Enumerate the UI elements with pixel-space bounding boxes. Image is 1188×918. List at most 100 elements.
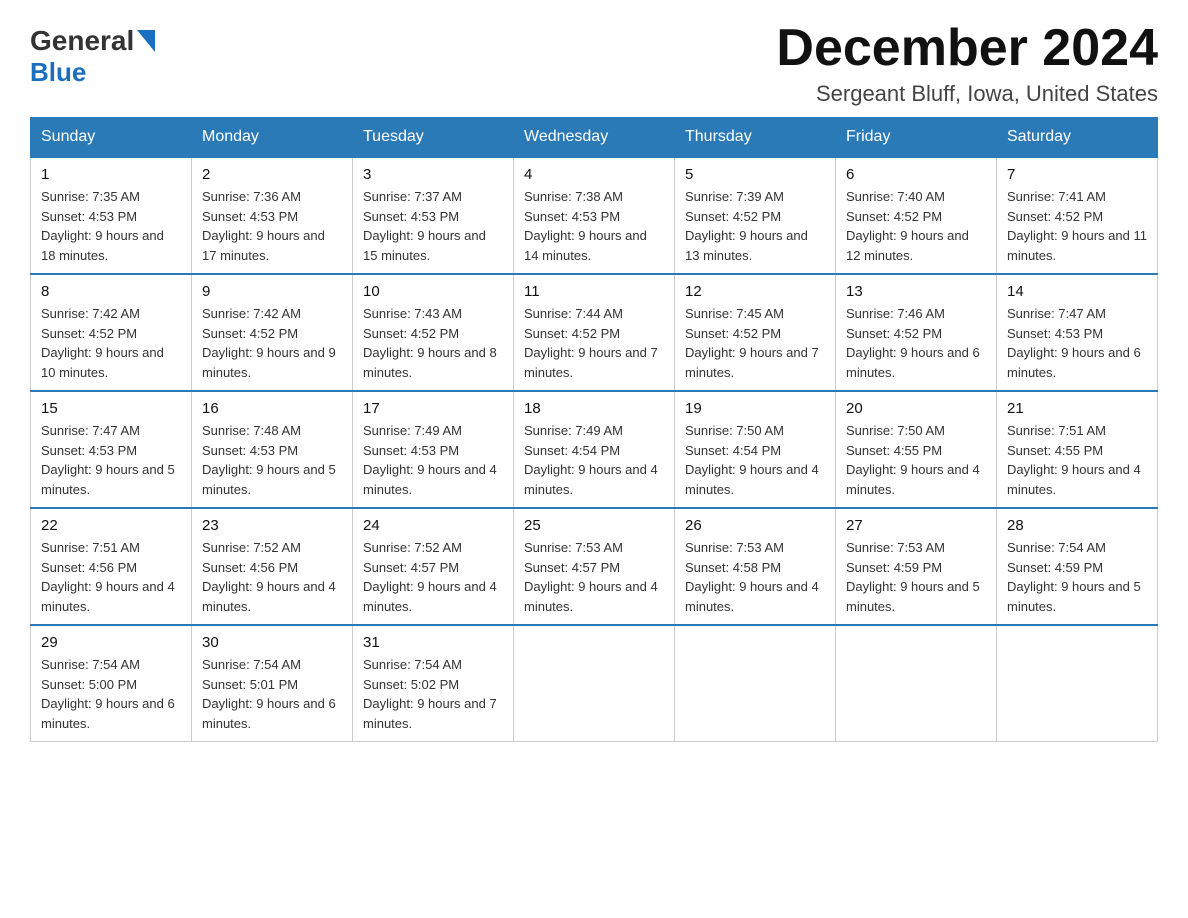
day-info: Sunrise: 7:35 AMSunset: 4:53 PMDaylight:… [41,189,164,263]
day-number: 26 [685,517,825,534]
col-header-sunday: Sunday [31,118,192,158]
col-header-wednesday: Wednesday [514,118,675,158]
day-number: 6 [846,166,986,183]
day-number: 10 [363,283,503,300]
month-title: December 2024 [776,20,1158,77]
calendar-cell: 10 Sunrise: 7:43 AMSunset: 4:52 PMDaylig… [353,274,514,391]
calendar-cell: 18 Sunrise: 7:49 AMSunset: 4:54 PMDaylig… [514,391,675,508]
calendar-cell: 27 Sunrise: 7:53 AMSunset: 4:59 PMDaylig… [836,508,997,625]
day-info: Sunrise: 7:42 AMSunset: 4:52 PMDaylight:… [41,306,164,380]
calendar-week-row: 22 Sunrise: 7:51 AMSunset: 4:56 PMDaylig… [31,508,1158,625]
calendar-cell: 9 Sunrise: 7:42 AMSunset: 4:52 PMDayligh… [192,274,353,391]
day-number: 21 [1007,400,1147,417]
day-number: 7 [1007,166,1147,183]
calendar-cell: 3 Sunrise: 7:37 AMSunset: 4:53 PMDayligh… [353,157,514,274]
day-info: Sunrise: 7:45 AMSunset: 4:52 PMDaylight:… [685,306,819,380]
col-header-saturday: Saturday [997,118,1158,158]
day-info: Sunrise: 7:51 AMSunset: 4:56 PMDaylight:… [41,540,175,614]
calendar-cell [836,625,997,742]
day-number: 11 [524,283,664,300]
day-number: 27 [846,517,986,534]
day-number: 23 [202,517,342,534]
logo-general-text: General [30,25,134,57]
day-number: 31 [363,634,503,651]
col-header-monday: Monday [192,118,353,158]
calendar-cell: 29 Sunrise: 7:54 AMSunset: 5:00 PMDaylig… [31,625,192,742]
day-number: 29 [41,634,181,651]
day-info: Sunrise: 7:53 AMSunset: 4:58 PMDaylight:… [685,540,819,614]
day-info: Sunrise: 7:50 AMSunset: 4:54 PMDaylight:… [685,423,819,497]
day-info: Sunrise: 7:39 AMSunset: 4:52 PMDaylight:… [685,189,808,263]
location-subtitle: Sergeant Bluff, Iowa, United States [776,81,1158,107]
day-number: 13 [846,283,986,300]
day-number: 24 [363,517,503,534]
calendar-week-row: 15 Sunrise: 7:47 AMSunset: 4:53 PMDaylig… [31,391,1158,508]
calendar-cell: 25 Sunrise: 7:53 AMSunset: 4:57 PMDaylig… [514,508,675,625]
day-info: Sunrise: 7:49 AMSunset: 4:53 PMDaylight:… [363,423,497,497]
day-info: Sunrise: 7:41 AMSunset: 4:52 PMDaylight:… [1007,189,1147,263]
day-number: 5 [685,166,825,183]
day-number: 15 [41,400,181,417]
day-info: Sunrise: 7:52 AMSunset: 4:57 PMDaylight:… [363,540,497,614]
day-info: Sunrise: 7:44 AMSunset: 4:52 PMDaylight:… [524,306,658,380]
day-number: 28 [1007,517,1147,534]
col-header-thursday: Thursday [675,118,836,158]
calendar-cell: 6 Sunrise: 7:40 AMSunset: 4:52 PMDayligh… [836,157,997,274]
day-info: Sunrise: 7:54 AMSunset: 4:59 PMDaylight:… [1007,540,1141,614]
day-number: 3 [363,166,503,183]
day-info: Sunrise: 7:54 AMSunset: 5:02 PMDaylight:… [363,657,497,731]
day-info: Sunrise: 7:48 AMSunset: 4:53 PMDaylight:… [202,423,336,497]
logo-blue-text: Blue [30,57,86,88]
calendar-cell: 8 Sunrise: 7:42 AMSunset: 4:52 PMDayligh… [31,274,192,391]
day-number: 18 [524,400,664,417]
calendar-week-row: 1 Sunrise: 7:35 AMSunset: 4:53 PMDayligh… [31,157,1158,274]
day-info: Sunrise: 7:54 AMSunset: 5:01 PMDaylight:… [202,657,336,731]
day-number: 17 [363,400,503,417]
calendar-cell: 24 Sunrise: 7:52 AMSunset: 4:57 PMDaylig… [353,508,514,625]
day-info: Sunrise: 7:50 AMSunset: 4:55 PMDaylight:… [846,423,980,497]
calendar-cell [675,625,836,742]
logo: General Blue [30,20,155,88]
day-info: Sunrise: 7:49 AMSunset: 4:54 PMDaylight:… [524,423,658,497]
day-number: 4 [524,166,664,183]
day-number: 9 [202,283,342,300]
calendar-cell: 23 Sunrise: 7:52 AMSunset: 4:56 PMDaylig… [192,508,353,625]
col-header-tuesday: Tuesday [353,118,514,158]
day-number: 20 [846,400,986,417]
day-info: Sunrise: 7:43 AMSunset: 4:52 PMDaylight:… [363,306,497,380]
calendar-cell: 7 Sunrise: 7:41 AMSunset: 4:52 PMDayligh… [997,157,1158,274]
calendar-cell: 13 Sunrise: 7:46 AMSunset: 4:52 PMDaylig… [836,274,997,391]
calendar-cell: 22 Sunrise: 7:51 AMSunset: 4:56 PMDaylig… [31,508,192,625]
calendar-cell: 20 Sunrise: 7:50 AMSunset: 4:55 PMDaylig… [836,391,997,508]
day-info: Sunrise: 7:40 AMSunset: 4:52 PMDaylight:… [846,189,969,263]
calendar-cell: 17 Sunrise: 7:49 AMSunset: 4:53 PMDaylig… [353,391,514,508]
calendar-cell: 15 Sunrise: 7:47 AMSunset: 4:53 PMDaylig… [31,391,192,508]
day-info: Sunrise: 7:52 AMSunset: 4:56 PMDaylight:… [202,540,336,614]
calendar-cell: 16 Sunrise: 7:48 AMSunset: 4:53 PMDaylig… [192,391,353,508]
day-info: Sunrise: 7:47 AMSunset: 4:53 PMDaylight:… [41,423,175,497]
day-info: Sunrise: 7:53 AMSunset: 4:59 PMDaylight:… [846,540,980,614]
calendar-cell: 28 Sunrise: 7:54 AMSunset: 4:59 PMDaylig… [997,508,1158,625]
day-info: Sunrise: 7:42 AMSunset: 4:52 PMDaylight:… [202,306,336,380]
day-info: Sunrise: 7:37 AMSunset: 4:53 PMDaylight:… [363,189,486,263]
calendar-cell: 31 Sunrise: 7:54 AMSunset: 5:02 PMDaylig… [353,625,514,742]
day-number: 30 [202,634,342,651]
day-number: 14 [1007,283,1147,300]
day-number: 8 [41,283,181,300]
calendar-cell: 5 Sunrise: 7:39 AMSunset: 4:52 PMDayligh… [675,157,836,274]
day-info: Sunrise: 7:46 AMSunset: 4:52 PMDaylight:… [846,306,980,380]
logo-arrow-icon [137,30,155,52]
col-header-friday: Friday [836,118,997,158]
title-block: December 2024 Sergeant Bluff, Iowa, Unit… [776,20,1158,107]
calendar-cell: 30 Sunrise: 7:54 AMSunset: 5:01 PMDaylig… [192,625,353,742]
calendar-cell: 12 Sunrise: 7:45 AMSunset: 4:52 PMDaylig… [675,274,836,391]
calendar-cell: 2 Sunrise: 7:36 AMSunset: 4:53 PMDayligh… [192,157,353,274]
calendar-header-row: SundayMondayTuesdayWednesdayThursdayFrid… [31,118,1158,158]
calendar-cell [514,625,675,742]
day-number: 22 [41,517,181,534]
day-info: Sunrise: 7:47 AMSunset: 4:53 PMDaylight:… [1007,306,1141,380]
day-info: Sunrise: 7:38 AMSunset: 4:53 PMDaylight:… [524,189,647,263]
day-number: 1 [41,166,181,183]
day-number: 25 [524,517,664,534]
day-number: 16 [202,400,342,417]
